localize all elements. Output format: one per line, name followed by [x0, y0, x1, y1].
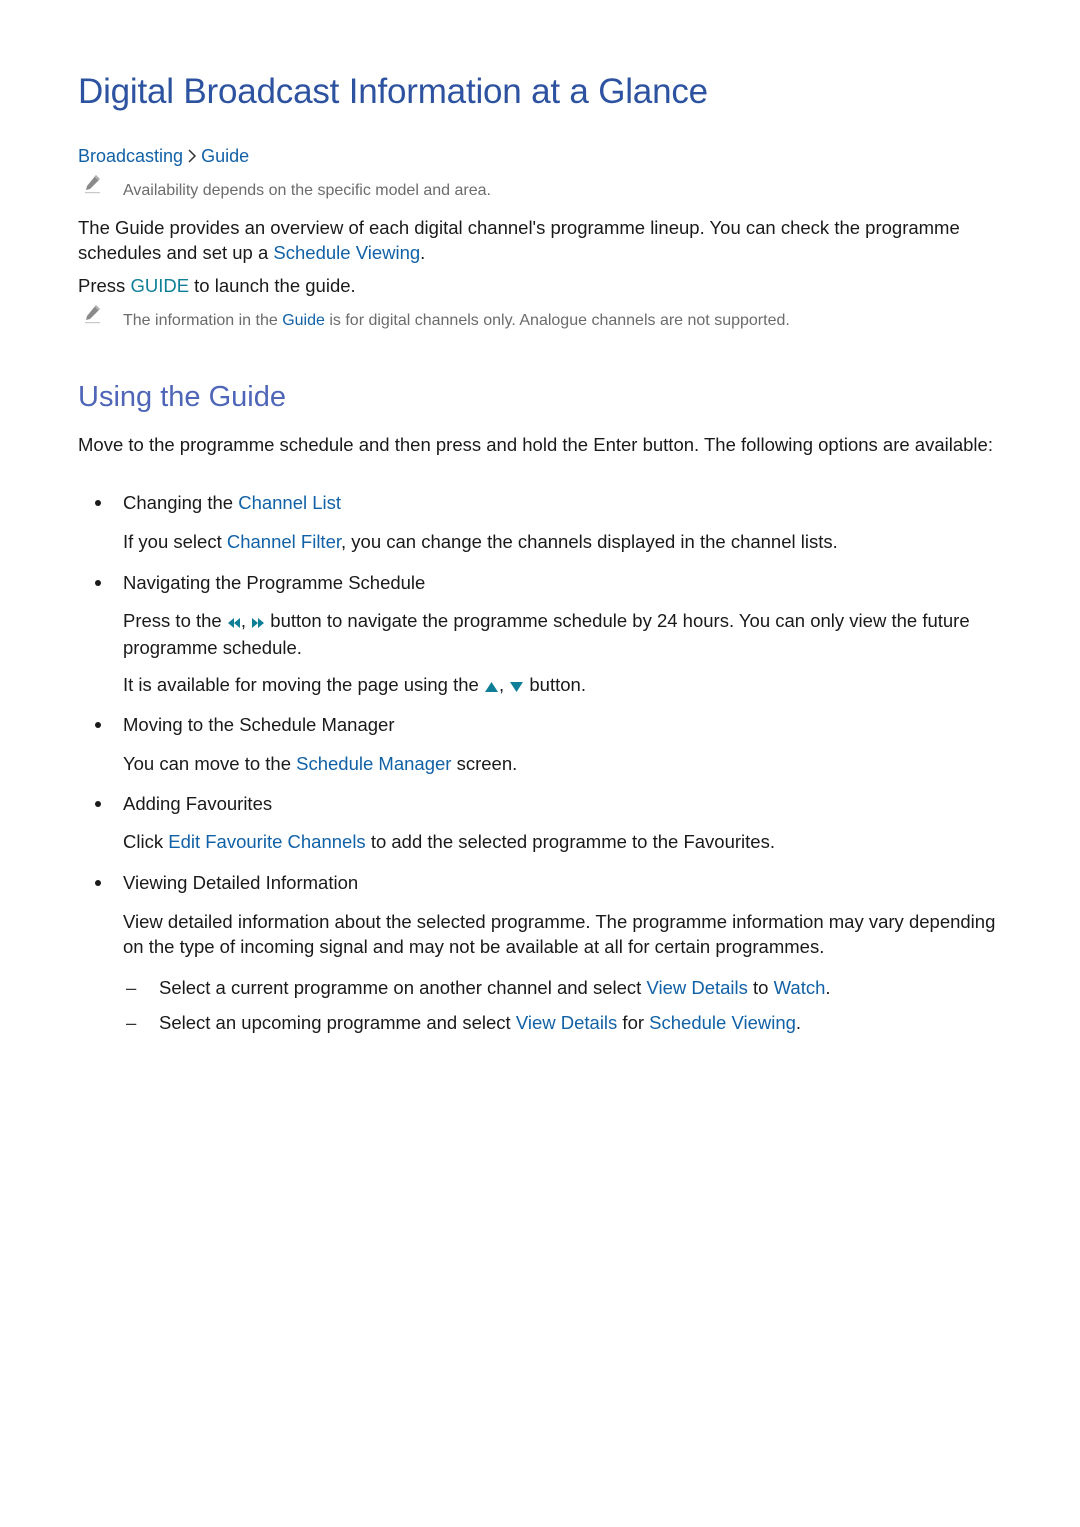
schedule-manager-link[interactable]: Schedule Manager — [296, 753, 451, 774]
sub-text-mid: to — [747, 977, 774, 998]
item-description: You can move to the Schedule Manager scr… — [123, 751, 1013, 776]
fast-forward-icon — [251, 610, 265, 635]
desc-text-end: to add the selected programme to the Fav… — [365, 831, 775, 852]
section-heading: Using the Guide — [78, 381, 286, 413]
bullet-icon — [95, 722, 101, 728]
down-arrow-icon — [509, 674, 524, 699]
up-arrow-icon — [484, 674, 499, 699]
sub-text-mid: for — [617, 1012, 650, 1033]
breadcrumb-broadcasting[interactable]: Broadcasting — [78, 146, 183, 166]
item-label: Viewing Detailed Information — [123, 872, 359, 893]
item-description-2: It is available for moving the page usin… — [123, 672, 1013, 699]
press-text-end: to launch the guide. — [189, 275, 356, 296]
view-details-link[interactable]: View Details — [516, 1012, 617, 1033]
item-label: Navigating the Programme Schedule — [123, 572, 426, 593]
guide-link[interactable]: Guide — [282, 312, 325, 329]
dash-icon: – — [126, 977, 137, 998]
press-text: Press — [78, 275, 131, 296]
note-text-post: is for digital channels only. Analogue c… — [324, 312, 790, 329]
item-label: Adding Favourites — [123, 793, 273, 814]
sub-text: Select a current programme on another ch… — [159, 977, 647, 998]
desc-text: Press to the — [123, 610, 227, 631]
desc-text-end: screen. — [451, 753, 518, 774]
desc-text-end: button to navigate the programme schedul… — [123, 610, 970, 658]
note-text: The information in the Guide is for digi… — [123, 310, 790, 332]
sub-item-text: Select a current programme on another ch… — [159, 975, 831, 1000]
guide-key-label: GUIDE — [130, 275, 190, 296]
edit-favourite-channels-link[interactable]: Edit Favourite Channels — [168, 831, 365, 852]
breadcrumb-guide[interactable]: Guide — [201, 146, 249, 166]
pencil-note-icon — [84, 304, 102, 324]
intro-text-end: . — [420, 242, 426, 263]
bullet-icon — [95, 500, 101, 506]
desc-text-end: button. — [524, 674, 586, 695]
schedule-viewing-link[interactable]: Schedule Viewing — [273, 242, 420, 263]
bullet-icon — [95, 801, 101, 807]
sub-text-end: . — [825, 977, 831, 998]
desc-text: It is available for moving the page usin… — [123, 674, 484, 695]
channel-list-link[interactable]: Channel List — [238, 492, 341, 513]
desc-text: You can move to the — [123, 753, 297, 774]
item-description: Press to the , button to navigate the pr… — [123, 610, 970, 658]
item-label: Changing the Channel List — [123, 490, 341, 515]
note-text: Availability depends on the specific mod… — [123, 182, 491, 199]
rewind-icon — [227, 610, 241, 635]
schedule-viewing-link[interactable]: Schedule Viewing — [649, 1012, 796, 1033]
item-description: View detailed information about the sele… — [123, 911, 996, 957]
item-label-text: Changing the — [123, 492, 239, 513]
bullet-icon — [95, 880, 101, 886]
sub-text: Select an upcoming programme and select — [159, 1012, 516, 1033]
item-label: Moving to the Schedule Manager — [123, 714, 395, 735]
item-description: If you select Channel Filter, you can ch… — [123, 529, 1013, 554]
desc-text: If you select — [123, 531, 227, 552]
desc-text-end: , you can change the channels displayed … — [341, 531, 838, 552]
view-details-link[interactable]: View Details — [646, 977, 747, 998]
item-description: Click Edit Favourite Channels to add the… — [123, 829, 1013, 854]
breadcrumb: Broadcasting Guide — [78, 144, 249, 168]
desc-text: Click — [123, 831, 169, 852]
channel-filter-link[interactable]: Channel Filter — [227, 531, 341, 552]
intro-text: The Guide provides an overview of each d… — [78, 217, 960, 263]
chevron-right-icon — [187, 146, 197, 166]
sub-text-end: . — [795, 1012, 802, 1033]
sub-item-text: Select an upcoming programme and select … — [159, 1010, 801, 1035]
section-intro: Move to the programme schedule and then … — [78, 434, 993, 455]
press-guide-paragraph: Press GUIDE to launch the guide. — [78, 273, 1008, 298]
note-text-pre: The information in the — [123, 312, 283, 329]
page-title: Digital Broadcast Information at a Glanc… — [78, 72, 708, 111]
watch-link[interactable]: Watch — [774, 977, 826, 998]
intro-paragraph: The Guide provides an overview of each d… — [78, 215, 1008, 265]
dash-icon: – — [126, 1012, 137, 1033]
pencil-note-icon — [84, 174, 102, 194]
bullet-icon — [95, 580, 101, 586]
